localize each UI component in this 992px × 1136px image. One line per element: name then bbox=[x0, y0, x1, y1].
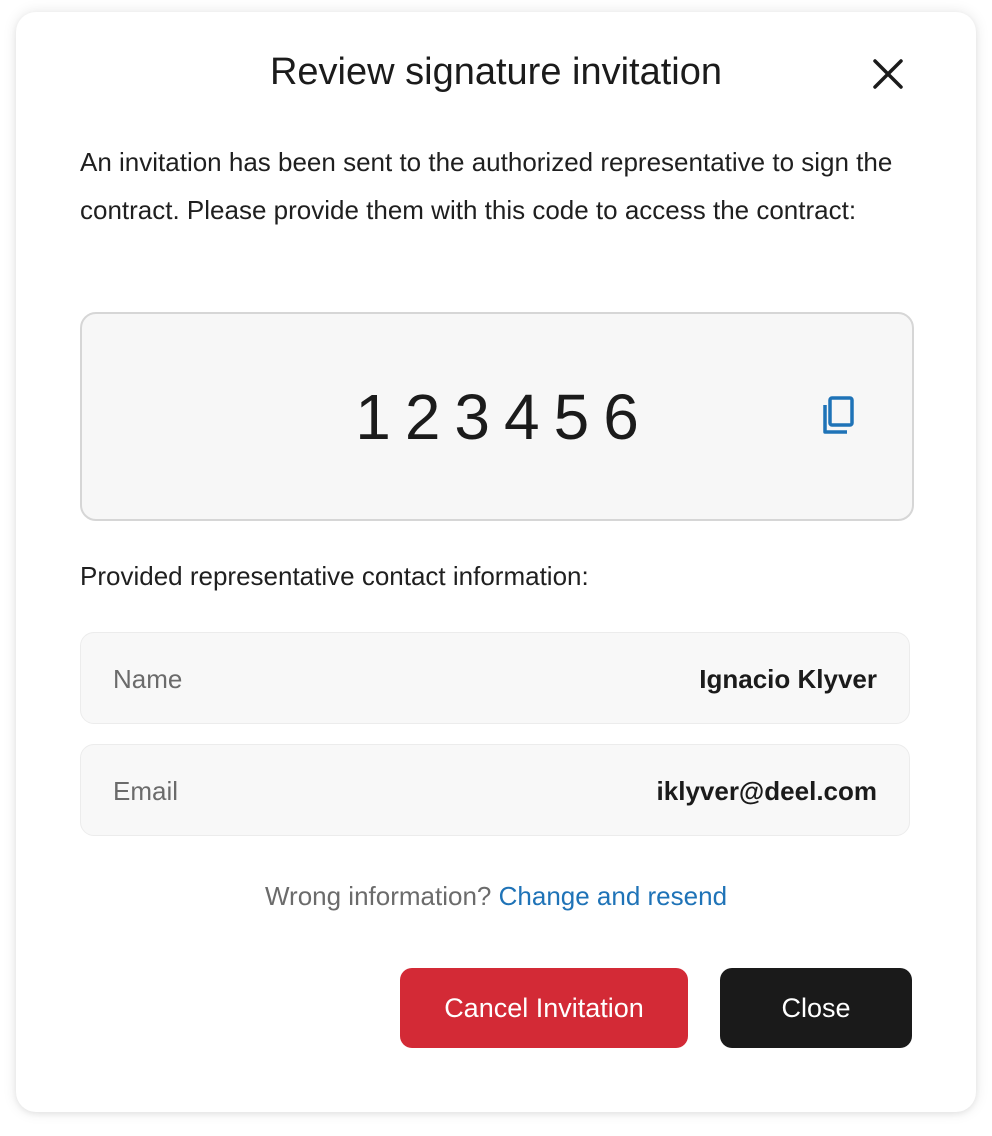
access-code-box: 123456 bbox=[80, 312, 914, 521]
access-code: 123456 bbox=[355, 381, 653, 453]
contact-info-heading: Provided representative contact informat… bbox=[80, 561, 589, 591]
email-value: iklyver@deel.com bbox=[656, 776, 877, 806]
review-signature-dialog: Review signature invitation An invitatio… bbox=[16, 12, 976, 1112]
close-button[interactable]: Close bbox=[720, 968, 912, 1048]
email-label: Email bbox=[113, 776, 179, 806]
copy-code-button[interactable] bbox=[816, 392, 864, 440]
copy-icon bbox=[823, 396, 854, 434]
name-value: Ignacio Klyver bbox=[699, 664, 877, 694]
dialog-title: Review signature invitation bbox=[269, 51, 722, 93]
contact-name-row: Name Ignacio Klyver bbox=[80, 632, 910, 724]
cancel-invitation-button[interactable]: Cancel Invitation bbox=[400, 968, 688, 1048]
close-icon bbox=[873, 59, 903, 89]
invitation-description: An invitation has been sent to the autho… bbox=[80, 147, 893, 225]
name-label: Name bbox=[113, 664, 183, 694]
contact-email-row: Email iklyver@deel.com bbox=[80, 744, 910, 836]
wrong-information-text: Wrong information? bbox=[264, 881, 492, 911]
wrong-information-line: Wrong information? Change and resend bbox=[16, 878, 976, 914]
close-dialog-button[interactable] bbox=[866, 52, 910, 96]
change-and-resend-link[interactable]: Change and resend bbox=[499, 881, 727, 911]
